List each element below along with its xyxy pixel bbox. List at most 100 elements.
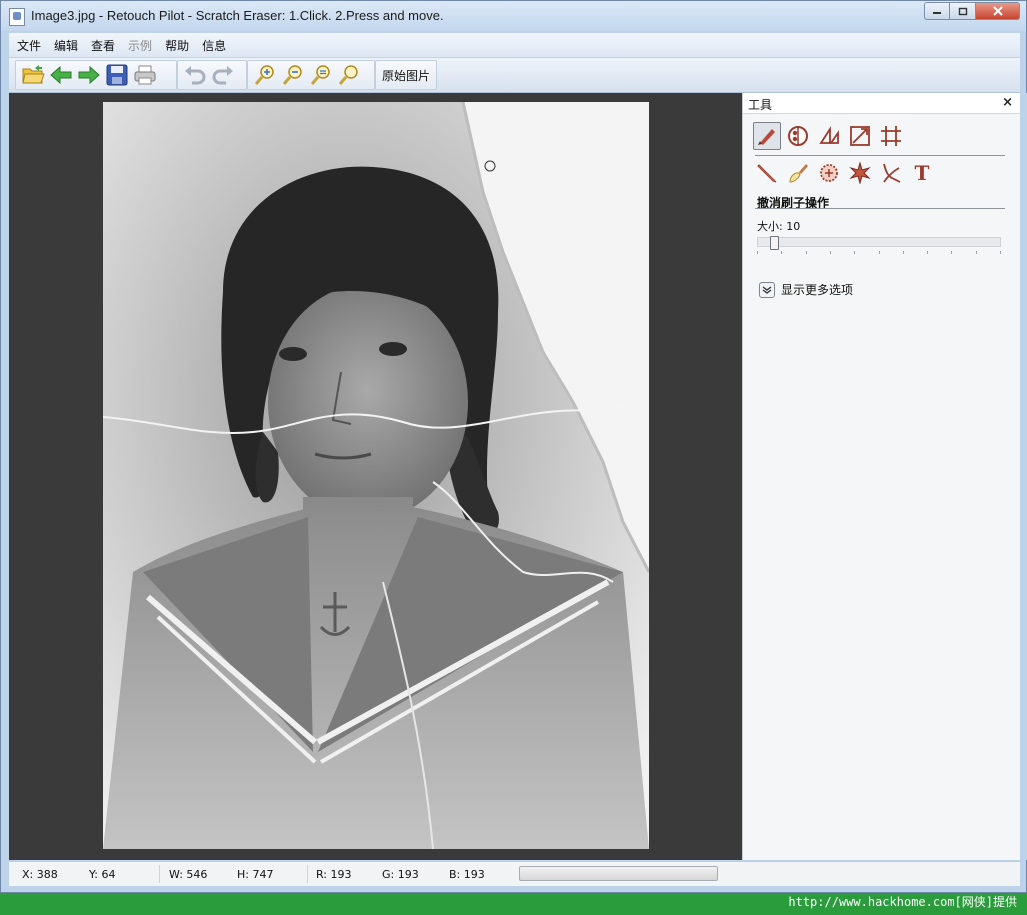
zoom-in-button[interactable] xyxy=(251,61,279,89)
status-blue: B: 193 xyxy=(449,868,485,881)
toolbar-zoom-group xyxy=(247,60,375,90)
slider-tick xyxy=(903,251,904,254)
size-slider-handle[interactable] xyxy=(770,236,779,250)
open-button[interactable] xyxy=(19,61,47,89)
window-title: Image3.jpg - Retouch Pilot - Scratch Era… xyxy=(31,8,444,23)
rotate-icon xyxy=(819,125,839,144)
slider-tick xyxy=(951,251,952,254)
menu-edit[interactable]: 编辑 xyxy=(49,37,83,54)
window-controls xyxy=(924,2,1020,22)
toolbar-original-group: 原始图片 xyxy=(375,60,437,90)
zoom-out-icon xyxy=(282,65,302,85)
status-separator xyxy=(307,865,308,883)
image-canvas[interactable] xyxy=(9,93,742,860)
maximize-button[interactable] xyxy=(950,2,976,20)
panel-close-button[interactable]: × xyxy=(1002,95,1013,110)
tools-panel: 工具 × T 撤消刷子操作 大小: 10 显示更多选项 xyxy=(742,93,1021,860)
tool-crop[interactable] xyxy=(877,122,905,150)
tool-brush[interactable] xyxy=(784,159,812,187)
print-icon xyxy=(134,65,156,85)
tool-text[interactable]: T xyxy=(908,159,936,187)
chevron-down-icon xyxy=(759,281,775,298)
panel-title: 工具 xyxy=(748,98,773,112)
app-window: Image3.jpg - Retouch Pilot - Scratch Era… xyxy=(0,0,1027,893)
status-green: G: 193 xyxy=(382,868,419,881)
zoom-in-icon xyxy=(254,65,274,85)
retouch-icon xyxy=(788,126,808,146)
tool-star[interactable] xyxy=(846,159,874,187)
slider-tick xyxy=(1000,251,1001,254)
panel-divider xyxy=(755,155,1005,156)
slider-tick xyxy=(976,251,977,254)
more-options-label: 显示更多选项 xyxy=(781,283,854,297)
close-button[interactable] xyxy=(976,2,1020,20)
status-height: H: 747 xyxy=(237,868,274,881)
status-y: Y: 64 xyxy=(89,868,116,881)
credit-text: http://www.hackhome.com[网侠]提供 xyxy=(788,893,1017,911)
tool-pencil[interactable] xyxy=(753,159,781,187)
undo-button[interactable] xyxy=(181,61,209,89)
minimize-icon xyxy=(933,12,941,14)
app-icon xyxy=(9,8,25,26)
toolbar-file-group xyxy=(15,60,177,90)
photo-image xyxy=(103,102,649,849)
title-bar[interactable]: Image3.jpg - Retouch Pilot - Scratch Era… xyxy=(1,1,1026,31)
back-arrow-icon xyxy=(50,65,72,85)
menu-view[interactable]: 查看 xyxy=(86,37,120,54)
tool-pattern[interactable] xyxy=(815,159,843,187)
tool-rotate[interactable] xyxy=(815,122,843,150)
tool-scratch-eraser[interactable] xyxy=(753,122,781,150)
forward-button[interactable] xyxy=(75,61,103,89)
size-label: 大小: 10 xyxy=(757,218,800,234)
slider-tick xyxy=(830,251,831,254)
smudge-icon xyxy=(883,163,901,183)
save-icon xyxy=(106,64,128,86)
size-value: 10 xyxy=(786,220,801,233)
zoom-fit-button[interactable] xyxy=(307,61,335,89)
open-folder-icon xyxy=(22,65,45,84)
back-button[interactable] xyxy=(47,61,75,89)
slider-tick xyxy=(757,251,758,254)
slider-tick xyxy=(927,251,928,254)
scratch-eraser-icon xyxy=(758,129,775,145)
print-button[interactable] xyxy=(131,61,159,89)
status-width: W: 546 xyxy=(169,868,208,881)
text-icon: T xyxy=(914,161,930,185)
tool-resize[interactable] xyxy=(846,122,874,150)
save-button[interactable] xyxy=(103,61,131,89)
tool-retouch[interactable] xyxy=(784,122,812,150)
tool-row-primary xyxy=(753,122,908,150)
menu-bar: 文件 编辑 查看 示例 帮助 信息 xyxy=(9,33,1020,57)
more-options-toggle[interactable]: 显示更多选项 xyxy=(759,281,853,298)
redo-icon xyxy=(212,66,233,85)
status-x: X: 388 xyxy=(22,868,58,881)
toolbar: 原始图片 xyxy=(9,58,1020,93)
toolbar-history-group xyxy=(177,60,247,90)
menu-info[interactable]: 信息 xyxy=(197,37,231,54)
pencil-icon xyxy=(757,164,777,183)
size-label-text: 大小: xyxy=(757,220,783,233)
close-icon xyxy=(992,6,1003,16)
zoom-actual-icon xyxy=(338,65,358,85)
section-divider xyxy=(755,208,1005,209)
tool-smudge[interactable] xyxy=(877,159,905,187)
original-image-button[interactable]: 原始图片 xyxy=(376,61,436,89)
progress-bar xyxy=(519,866,718,881)
right-scroll-strip[interactable] xyxy=(1020,93,1027,860)
status-red: R: 193 xyxy=(316,868,352,881)
menu-help[interactable]: 帮助 xyxy=(160,37,194,54)
status-separator xyxy=(159,865,160,883)
panel-header: 工具 × xyxy=(743,93,1021,114)
redo-button[interactable] xyxy=(209,61,237,89)
slider-tick xyxy=(806,251,807,254)
size-slider[interactable] xyxy=(757,236,1001,250)
resize-icon xyxy=(850,126,870,146)
zoom-actual-button[interactable] xyxy=(335,61,363,89)
slider-tick xyxy=(854,251,855,254)
menu-file[interactable]: 文件 xyxy=(12,37,46,54)
photo-graphic xyxy=(103,102,649,849)
zoom-out-button[interactable] xyxy=(279,61,307,89)
minimize-button[interactable] xyxy=(924,2,950,20)
tool-row-secondary: T xyxy=(753,159,939,187)
menu-sample[interactable]: 示例 xyxy=(123,37,157,54)
